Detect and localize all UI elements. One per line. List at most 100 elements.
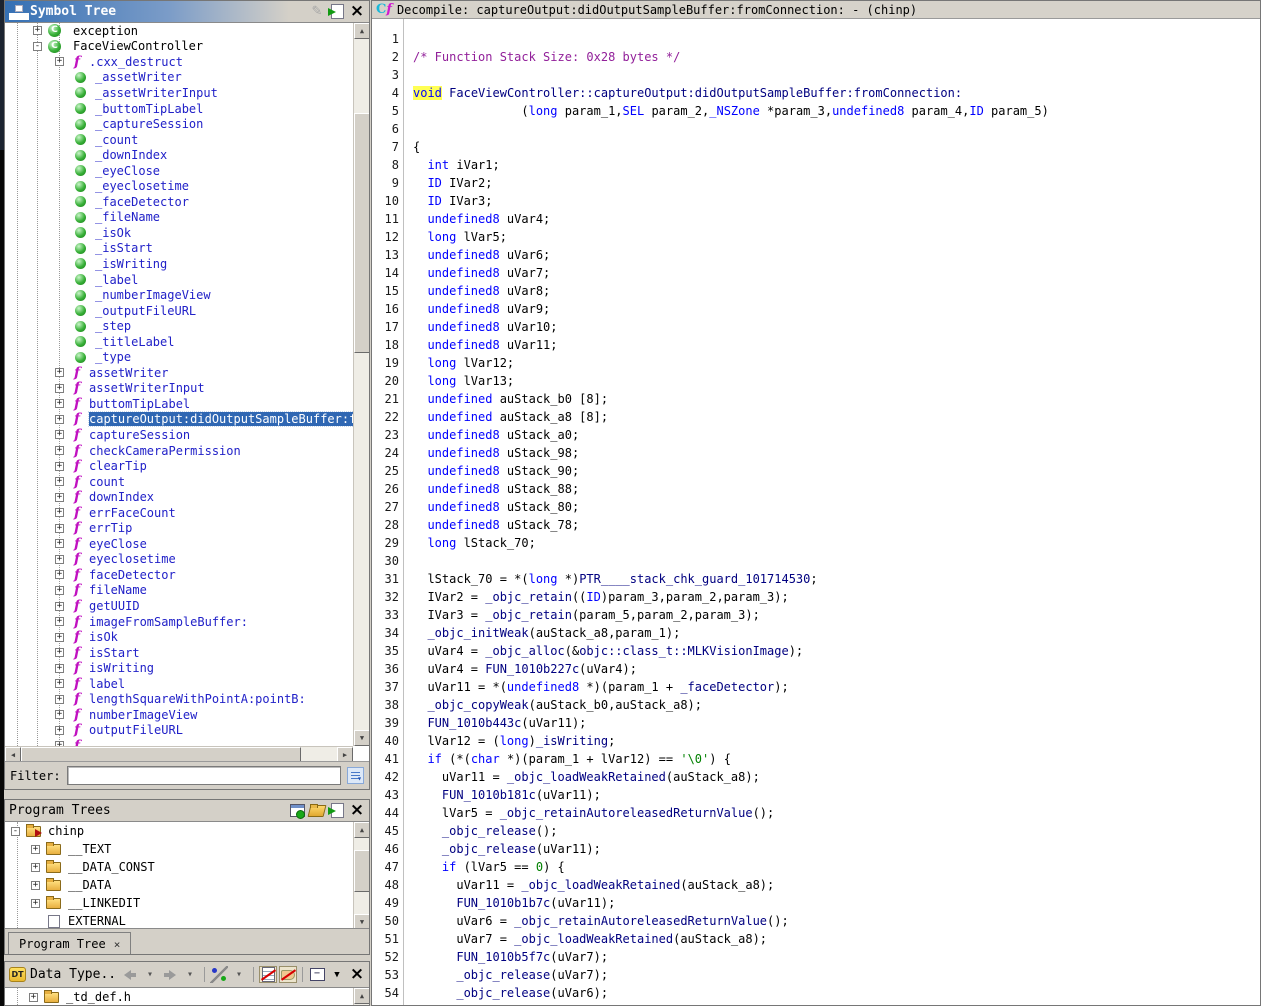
close-icon[interactable] — [348, 966, 366, 983]
symbol-tree-vscrollbar[interactable]: ▲ ▼ — [353, 23, 369, 746]
code-line[interactable]: long lVar12; — [413, 354, 1260, 372]
code-line[interactable]: _objc_initWeak(auStack_a8,param_1); — [413, 624, 1260, 642]
expand-icon[interactable]: + — [55, 741, 64, 746]
close-icon[interactable] — [348, 802, 366, 819]
code-line[interactable]: undefined8 uVar6; — [413, 246, 1260, 264]
expand-icon[interactable]: + — [55, 462, 64, 471]
tree-item[interactable]: +fbuttomTipLabel — [5, 396, 353, 412]
code-line[interactable]: undefined8 uStack_98; — [413, 444, 1260, 462]
program-tree[interactable]: -chinp+__TEXT+__DATA_CONST+__DATA+__LINK… — [5, 822, 353, 930]
tree-item[interactable]: +Cexception — [5, 23, 353, 39]
code-line[interactable]: lVar12 = (long)_isWriting; — [413, 732, 1260, 750]
tree-item[interactable]: +ferrTip — [5, 521, 353, 537]
code-line[interactable]: uVar4 = _objc_alloc(&objc::class_t::MLKV… — [413, 642, 1260, 660]
tree-item[interactable]: +fisOk — [5, 629, 353, 645]
expand-icon[interactable]: + — [55, 710, 64, 719]
expand-icon[interactable]: + — [55, 633, 64, 642]
code-line[interactable]: FUN_1010b181c(uVar11); — [413, 786, 1260, 804]
tree-item[interactable]: _outputFileURL — [5, 303, 353, 319]
expand-icon[interactable]: + — [55, 477, 64, 486]
tree-item[interactable]: +fdownIndex — [5, 489, 353, 505]
code-line[interactable] — [413, 552, 1260, 570]
tree-item[interactable]: +f — [5, 738, 353, 746]
expand-icon[interactable]: + — [29, 993, 38, 1002]
expand-icon[interactable]: + — [55, 648, 64, 657]
tree-item[interactable]: _count — [5, 132, 353, 148]
expand-icon[interactable]: + — [55, 493, 64, 502]
code-line[interactable]: undefined8 uStack_80; — [413, 498, 1260, 516]
code-line[interactable]: uVar11 = _objc_loadWeakRetained(auStack_… — [413, 876, 1260, 894]
code-line[interactable]: undefined8 uVar8; — [413, 282, 1260, 300]
collapse-all-icon[interactable] — [308, 966, 326, 983]
code-line[interactable]: FUN_1010b5f7c(uVar7); — [413, 948, 1260, 966]
expand-icon[interactable]: + — [55, 446, 64, 455]
program-trees-header[interactable]: Program Trees — [5, 800, 369, 822]
code-line[interactable]: lStack_70 = *(long *)PTR____stack_chk_gu… — [413, 570, 1260, 588]
code-line[interactable]: /* Function Stack Size: 0x28 bytes */ — [413, 48, 1260, 66]
code-line[interactable]: undefined8 uStack_90; — [413, 462, 1260, 480]
code-line[interactable]: uVar7 = _objc_loadWeakRetained(auStack_a… — [413, 930, 1260, 948]
expand-icon[interactable]: + — [55, 679, 64, 688]
expand-icon[interactable]: + — [55, 415, 64, 424]
code-line[interactable]: ID IVar3; — [413, 192, 1260, 210]
code-line[interactable]: { — [413, 138, 1260, 156]
tree-item[interactable]: +__TEXT — [5, 840, 353, 858]
tree-item[interactable]: +fcaptureOutput:didOutputSampleBuffer:fr… — [5, 412, 353, 428]
code-line[interactable]: ID IVar2; — [413, 174, 1260, 192]
decompile-code-area[interactable]: 1234567891011121314151617181920212223242… — [372, 19, 1260, 1005]
caret-icon[interactable] — [230, 966, 248, 983]
tree-item[interactable]: +ffaceDetector — [5, 567, 353, 583]
tree-item[interactable]: +fnumberImageView — [5, 707, 353, 723]
code-line[interactable]: undefined8 uStack_a0; — [413, 426, 1260, 444]
expand-icon[interactable]: + — [55, 430, 64, 439]
tree-item[interactable]: _titleLabel — [5, 334, 353, 350]
tree-item[interactable]: +ferrFaceCount — [5, 505, 353, 521]
tab-close-icon[interactable]: × — [114, 938, 121, 951]
symbol-tree-hscrollbar[interactable]: ◀ ▶ — [5, 746, 353, 762]
tree-item[interactable]: +fisStart — [5, 645, 353, 661]
tree-item[interactable]: +fimageFromSampleBuffer: — [5, 614, 353, 630]
tree-item[interactable]: _assetWriter — [5, 70, 353, 86]
code-line[interactable]: uVar6 = _objc_retainAutoreleasedReturnVa… — [413, 912, 1260, 930]
expand-icon[interactable]: + — [55, 664, 64, 673]
code-line[interactable]: IVar2 = _objc_retain((ID)param_3,param_2… — [413, 588, 1260, 606]
tree-item[interactable]: +__DATA_CONST — [5, 858, 353, 876]
decompile-header[interactable]: Cf Decompile: captureOutput:didOutputSam… — [372, 1, 1260, 19]
tree-item[interactable]: _isWriting — [5, 256, 353, 272]
expand-icon[interactable]: + — [55, 57, 64, 66]
tree-item[interactable]: +fisWriting — [5, 660, 353, 676]
expand-icon[interactable]: + — [55, 399, 64, 408]
tree-item[interactable]: _eyeclosetime — [5, 178, 353, 194]
tree-item[interactable]: _fileName — [5, 210, 353, 226]
code-line[interactable]: undefined auStack_a8 [8]; — [413, 408, 1260, 426]
filter-off-icon[interactable] — [259, 966, 277, 983]
expand-icon[interactable]: + — [55, 524, 64, 533]
tree-item[interactable]: -CFaceViewController — [5, 39, 353, 55]
code-line[interactable]: undefined8 uVar10; — [413, 318, 1260, 336]
code-line[interactable]: _objc_release(uVar6); — [413, 984, 1260, 1002]
collapse-icon[interactable]: - — [33, 42, 42, 51]
snapshot-icon[interactable] — [328, 802, 346, 819]
scroll-down-button[interactable]: ▼ — [354, 730, 370, 746]
code-line[interactable] — [413, 120, 1260, 138]
expand-icon[interactable]: + — [31, 863, 40, 872]
expand-icon[interactable]: + — [55, 384, 64, 393]
tree-item[interactable]: _type — [5, 349, 353, 365]
expand-icon[interactable]: + — [55, 555, 64, 564]
tree-item[interactable]: +fassetWriterInput — [5, 381, 353, 397]
tree-item[interactable]: _isStart — [5, 241, 353, 257]
tree-item[interactable]: _step — [5, 318, 353, 334]
expand-icon[interactable]: + — [55, 539, 64, 548]
decompiled-source[interactable]: /* Function Stack Size: 0x28 bytes */voi… — [404, 19, 1260, 1005]
code-line[interactable]: _objc_copyWeak(auStack_b0,auStack_a8); — [413, 696, 1260, 714]
scroll-thumb[interactable] — [354, 850, 370, 892]
code-line[interactable]: undefined auStack_b0 [8]; — [413, 390, 1260, 408]
code-line[interactable]: uVar11 = _objc_loadWeakRetained(auStack_… — [413, 768, 1260, 786]
caret-icon[interactable] — [141, 966, 159, 983]
tree-item[interactable]: _buttomTipLabel — [5, 101, 353, 117]
new-tree-icon[interactable] — [288, 802, 306, 819]
code-line[interactable] — [413, 66, 1260, 84]
conflict-mode-icon[interactable] — [210, 966, 228, 983]
code-line[interactable] — [413, 30, 1260, 48]
tree-item[interactable]: +ffileName — [5, 583, 353, 599]
